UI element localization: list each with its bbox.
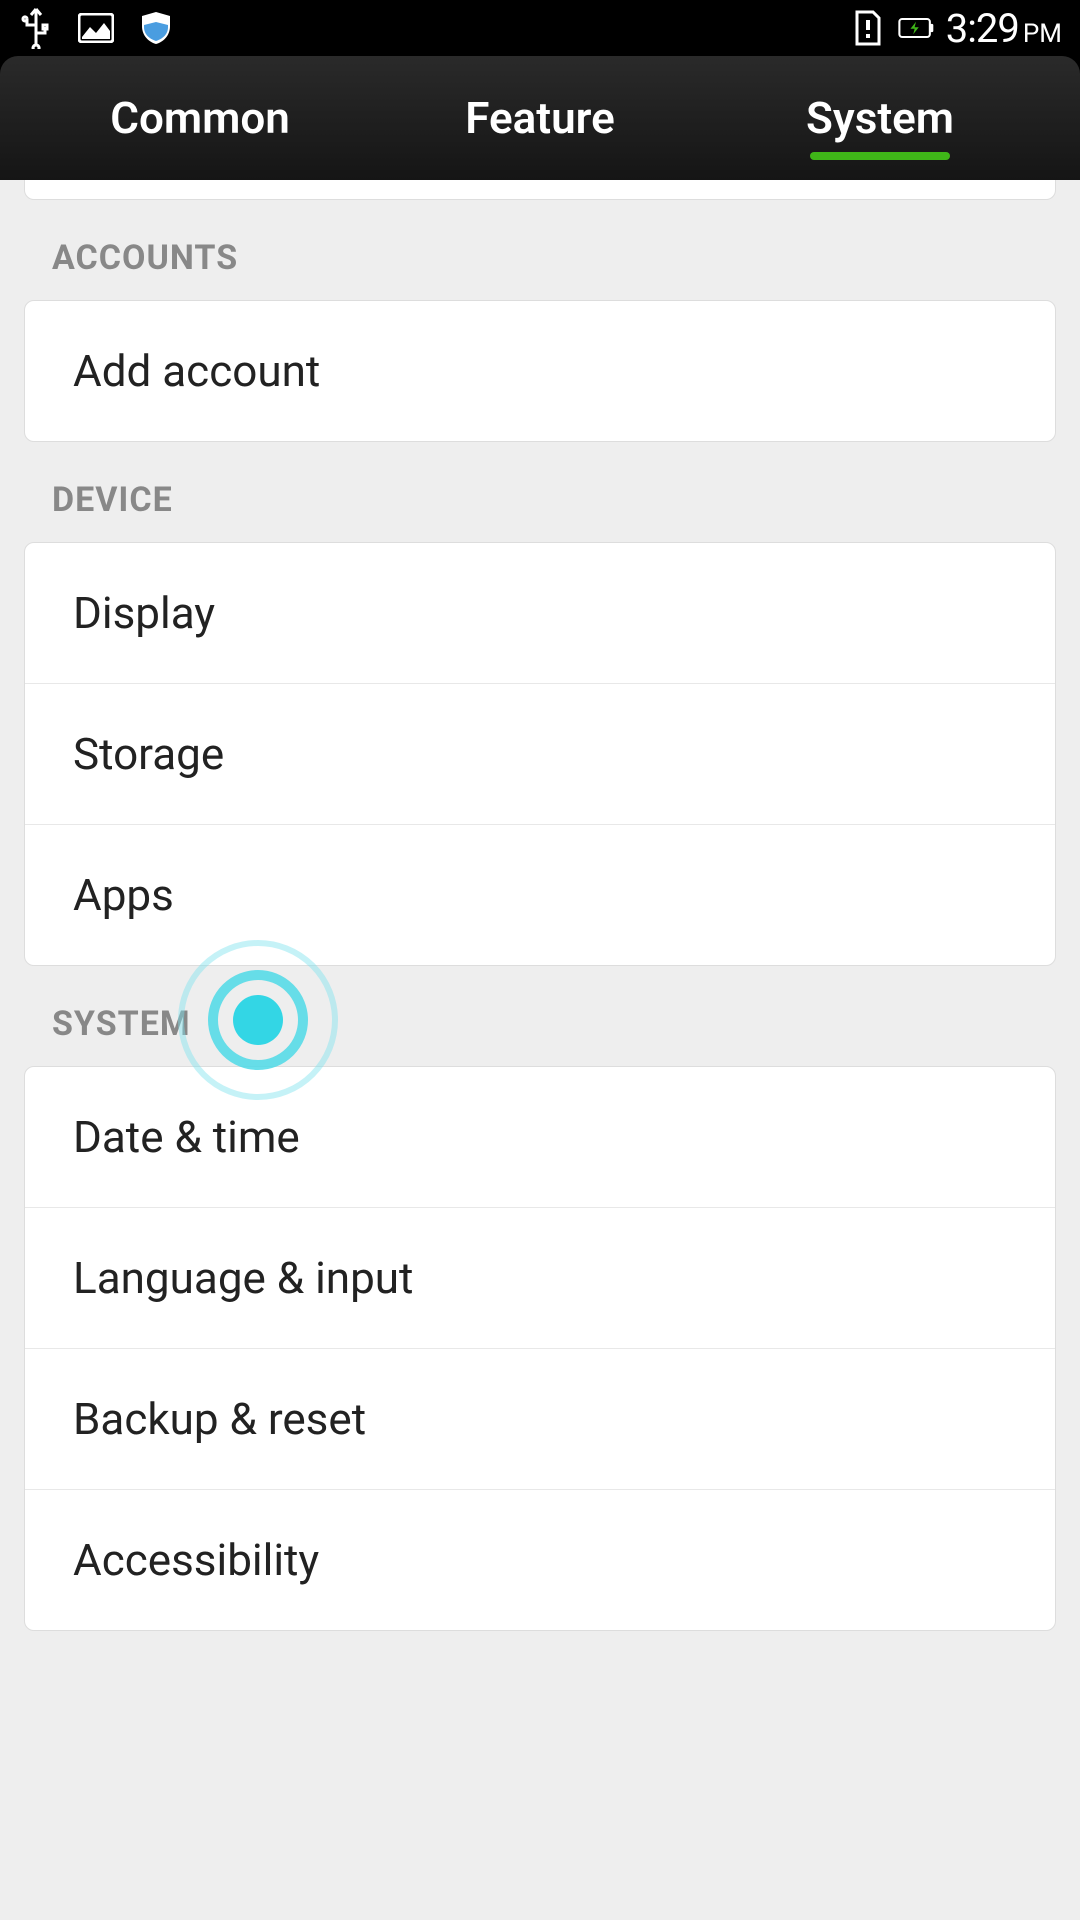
list-item-backup-reset[interactable]: Backup & reset	[25, 1349, 1055, 1490]
tab-feature[interactable]: Feature	[370, 62, 710, 174]
accounts-card: Add account	[24, 300, 1056, 442]
sdcard-alert-icon	[850, 10, 886, 46]
clock-ampm: PM	[1023, 19, 1062, 49]
list-item-storage[interactable]: Storage	[25, 684, 1055, 825]
clock-time: 3:29	[946, 5, 1019, 52]
list-item-apps[interactable]: Apps	[25, 825, 1055, 965]
section-header-system: SYSTEM	[0, 966, 1080, 1066]
status-time: 3:29PM	[946, 5, 1062, 52]
list-item-add-account[interactable]: Add account	[25, 301, 1055, 441]
shield-icon	[138, 10, 174, 46]
system-card: Date & time Language & input Backup & re…	[24, 1066, 1056, 1631]
usb-icon	[18, 10, 54, 46]
list-item-display[interactable]: Display	[25, 543, 1055, 684]
list-item-date-time[interactable]: Date & time	[25, 1067, 1055, 1208]
status-bar: 3:29PM	[0, 0, 1080, 56]
device-card: Display Storage Apps	[24, 542, 1056, 966]
status-left	[18, 10, 174, 46]
tab-bar: Common Feature System	[0, 56, 1080, 180]
list-item-language-input[interactable]: Language & input	[25, 1208, 1055, 1349]
status-right: 3:29PM	[850, 5, 1062, 52]
picture-icon	[78, 10, 114, 46]
tab-common[interactable]: Common	[30, 62, 370, 174]
tab-system[interactable]: System	[710, 62, 1050, 174]
previous-card-edge	[24, 180, 1056, 200]
section-header-device: DEVICE	[0, 442, 1080, 542]
list-item-accessibility[interactable]: Accessibility	[25, 1490, 1055, 1630]
section-header-accounts: ACCOUNTS	[0, 200, 1080, 300]
settings-content[interactable]: ACCOUNTS Add account DEVICE Display Stor…	[0, 180, 1080, 1920]
battery-charging-icon	[898, 10, 934, 46]
